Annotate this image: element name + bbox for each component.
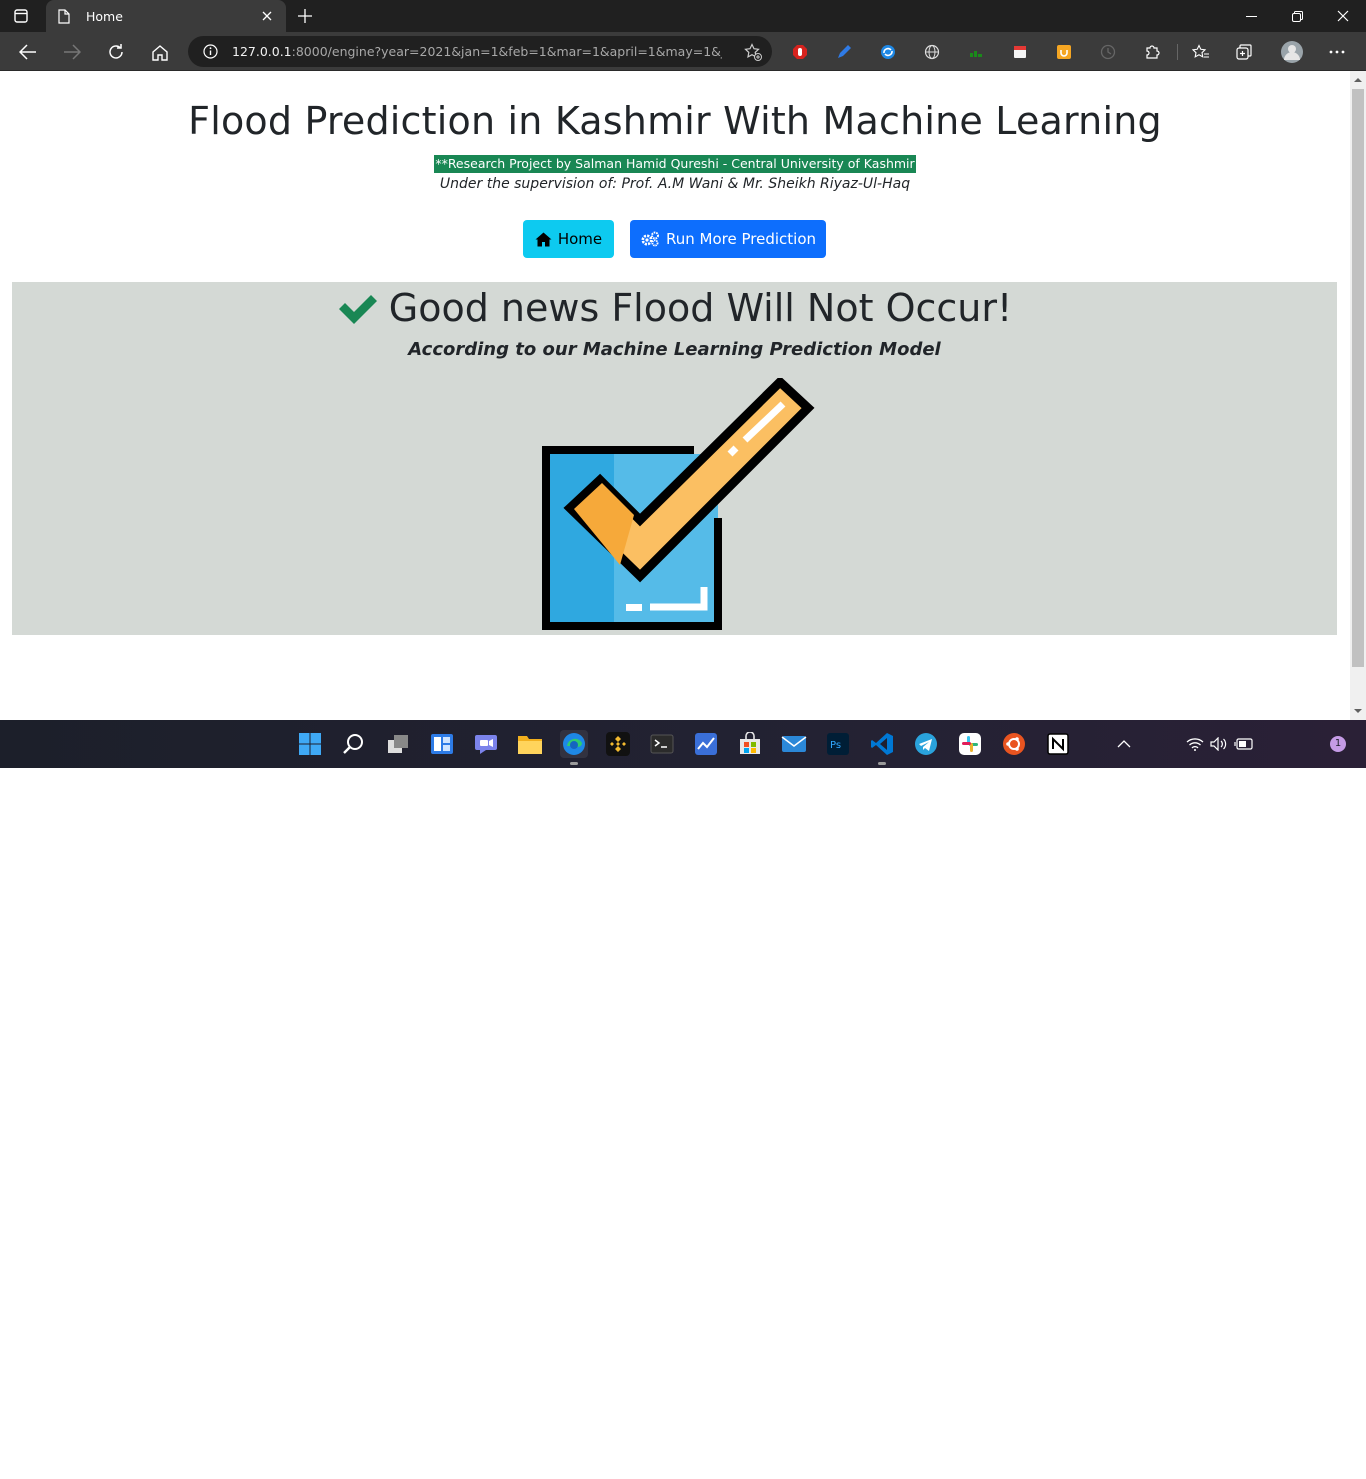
close-window-icon[interactable]	[1320, 0, 1366, 32]
result-subline: According to our Machine Learning Predic…	[408, 339, 941, 360]
orange-extension-icon[interactable]	[1054, 42, 1074, 62]
result-panel: Good news Flood Will Not Occur! Accordin…	[12, 282, 1337, 635]
notification-badge[interactable]: 1	[1330, 736, 1346, 752]
new-tab-icon[interactable]	[294, 6, 316, 26]
wifi-icon[interactable]	[1184, 730, 1206, 758]
region-code: IN	[1153, 1465, 1165, 1478]
photoshop-icon[interactable]: Ps	[824, 730, 852, 758]
chevron-up-icon[interactable]	[1112, 730, 1136, 758]
battery-icon[interactable]	[1233, 730, 1255, 758]
vscode-active-indicator	[878, 762, 886, 765]
microsoft-store-icon[interactable]	[736, 730, 764, 758]
notes-extension-icon[interactable]	[1010, 42, 1030, 62]
browser-tab[interactable]: Home	[46, 0, 286, 32]
address-bar[interactable]: 127.0.0.1:8000/engine?year=2021&jan=1&fe…	[188, 36, 772, 67]
adblock-extension-icon[interactable]	[790, 42, 810, 62]
home-button-label: Home	[557, 230, 603, 248]
task-view-icon[interactable]	[384, 730, 412, 758]
credit-wrapper: **Research Project by Salman Hamid Qures…	[0, 153, 1350, 173]
more-menu-icon[interactable]	[1327, 42, 1347, 62]
slack-icon[interactable]	[956, 730, 984, 758]
language-indicator[interactable]: ENG IN	[1142, 1449, 1176, 1479]
volume-icon[interactable]	[1208, 730, 1230, 758]
favorites-icon[interactable]	[1191, 42, 1211, 62]
language-code: ENG	[1147, 1450, 1171, 1463]
terminal-icon[interactable]	[648, 730, 676, 758]
sync-extension-icon[interactable]	[878, 42, 898, 62]
checkbox-illustration-icon	[542, 378, 815, 630]
clock-date: 8/11/2021	[1265, 1465, 1323, 1478]
result-headline: Good news Flood Will Not Occur!	[388, 286, 1013, 330]
binance-icon[interactable]	[604, 730, 632, 758]
search-icon[interactable]	[340, 730, 368, 758]
svg-text:Ps: Ps	[830, 740, 841, 751]
profile-avatar-icon[interactable]	[1280, 40, 1304, 64]
page-title: Flood Prediction in Kashmir With Machine…	[188, 99, 1162, 143]
ubuntu-icon[interactable]	[1000, 730, 1028, 758]
widgets-icon[interactable]	[428, 730, 456, 758]
back-icon[interactable]	[15, 39, 41, 65]
home-icon	[535, 232, 552, 247]
url-text: 127.0.0.1:8000/engine?year=2021&jan=1&fe…	[232, 44, 722, 59]
close-tab-icon[interactable]	[258, 7, 276, 25]
toolbar-divider	[1177, 44, 1178, 60]
tab-actions-icon[interactable]	[12, 7, 30, 25]
pen-extension-icon[interactable]	[834, 42, 854, 62]
forward-icon[interactable]	[59, 39, 85, 65]
green-check-icon	[337, 291, 379, 325]
supervision-text: Under the supervision of: Prof. A.M Wani…	[439, 176, 911, 192]
browser-toolbar: 127.0.0.1:8000/engine?year=2021&jan=1&fe…	[0, 32, 1366, 71]
tradingview-icon[interactable]	[692, 730, 720, 758]
home-nav-icon[interactable]	[147, 39, 173, 65]
green-extension-icon[interactable]	[966, 42, 986, 62]
home-button[interactable]: Home	[523, 220, 614, 258]
vscode-icon[interactable]	[868, 730, 896, 758]
edge-browser-icon[interactable]	[560, 730, 588, 758]
scroll-down-icon[interactable]	[1354, 707, 1362, 715]
extensions-puzzle-icon[interactable]	[1142, 42, 1162, 62]
minimize-icon[interactable]	[1228, 0, 1274, 32]
teams-chat-icon[interactable]	[472, 730, 500, 758]
gears-icon	[640, 231, 660, 247]
run-more-prediction-button[interactable]: Run More Prediction	[630, 220, 826, 258]
vertical-scrollbar[interactable]	[1350, 71, 1366, 720]
start-windows-icon[interactable]	[296, 730, 324, 758]
restore-icon[interactable]	[1274, 0, 1320, 32]
page-viewport: Flood Prediction in Kashmir With Machine…	[0, 71, 1350, 720]
mail-icon[interactable]	[780, 730, 808, 758]
notion-icon[interactable]	[1044, 730, 1072, 758]
file-explorer-icon[interactable]	[516, 730, 544, 758]
refresh-icon[interactable]	[103, 39, 129, 65]
result-headline-row: Good news Flood Will Not Occur!	[12, 286, 1337, 330]
collections-icon[interactable]	[1235, 42, 1255, 62]
add-favorite-icon[interactable]	[744, 43, 762, 61]
clock-time: 1:59 AM	[1271, 1450, 1317, 1463]
credit-badge: **Research Project by Salman Hamid Qures…	[434, 155, 916, 173]
scroll-up-icon[interactable]	[1354, 76, 1362, 84]
timer-extension-icon[interactable]	[1098, 42, 1118, 62]
edge-active-indicator	[570, 762, 578, 765]
browser-tab-bar: Home	[0, 0, 1366, 32]
run-button-label: Run More Prediction	[666, 230, 816, 248]
tab-title: Home	[86, 8, 123, 24]
page-icon	[56, 8, 72, 24]
clock[interactable]: 1:59 AM 8/11/2021	[1262, 1449, 1326, 1479]
telegram-icon[interactable]	[912, 730, 940, 758]
windows-taskbar: Ps ENG IN 1:59 AM 8/11/2021	[0, 720, 1366, 1478]
scrollbar-thumb[interactable]	[1352, 89, 1364, 667]
globe-extension-icon[interactable]	[922, 42, 942, 62]
info-icon[interactable]	[202, 44, 218, 60]
